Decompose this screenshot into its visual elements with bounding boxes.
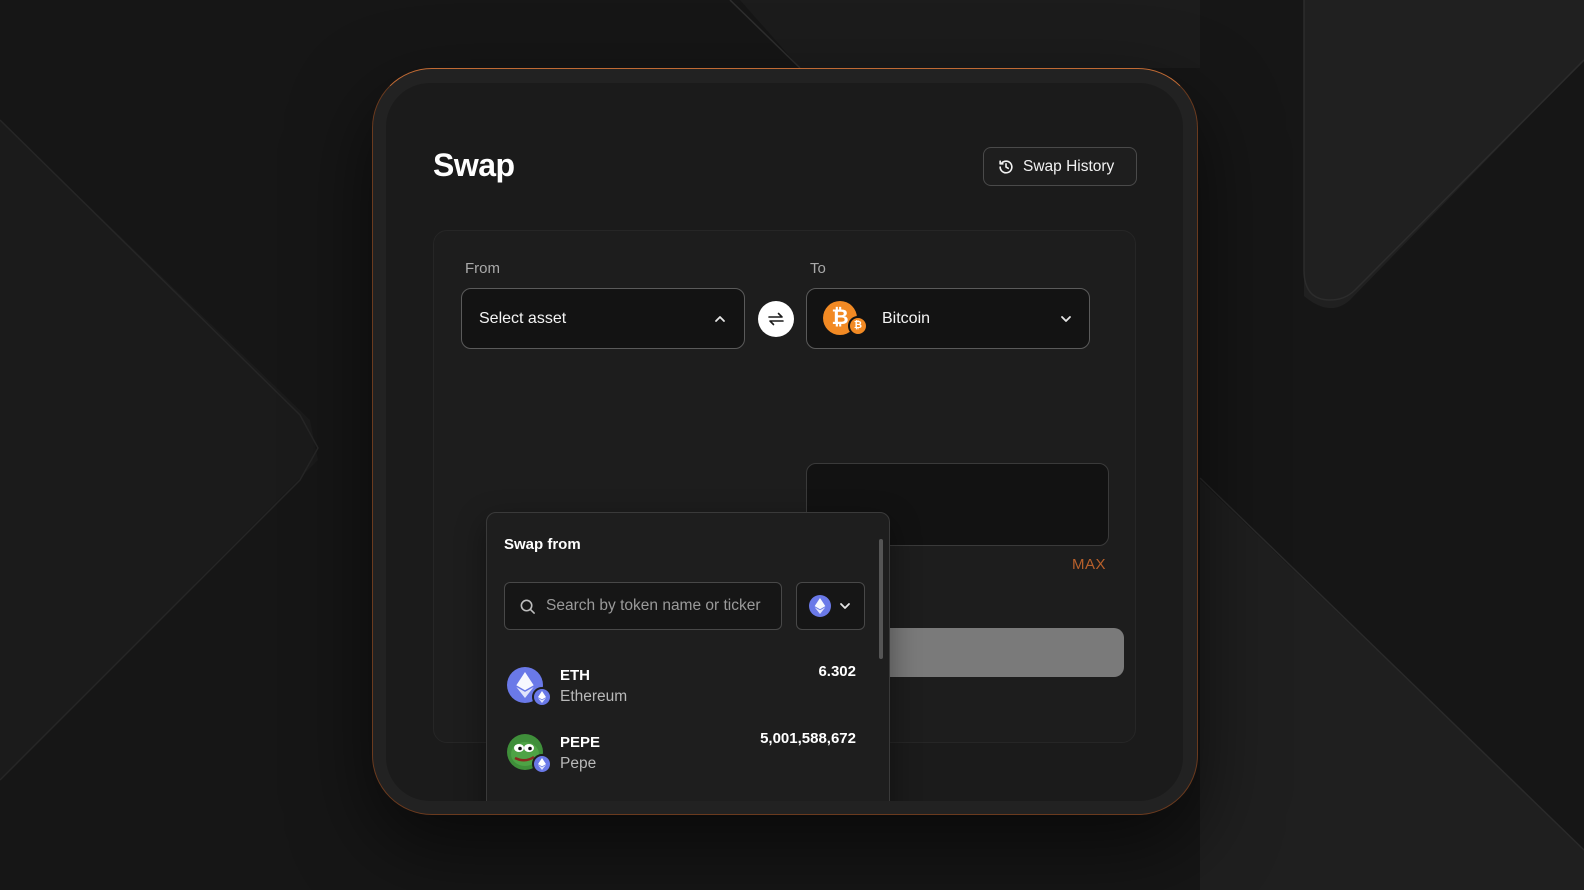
search-icon <box>520 599 535 614</box>
token-search-field[interactable] <box>504 582 782 630</box>
token-row-pepe[interactable]: PEPE Pepe 5,001,588,672 <box>504 727 856 779</box>
ethereum-icon <box>809 595 831 617</box>
pepe-icon <box>504 733 552 774</box>
max-button[interactable]: MAX <box>1072 556 1106 573</box>
token-symbol: ETH <box>560 666 590 684</box>
page-title: Swap <box>433 147 515 183</box>
swap-direction-button[interactable] <box>758 301 794 337</box>
swap-card: From To Select asset ₿ ₿ Bitcoin MAX Swa… <box>433 230 1136 801</box>
to-asset-select[interactable]: ₿ ₿ Bitcoin <box>806 288 1090 349</box>
swap-history-button[interactable]: Swap History <box>983 147 1137 186</box>
token-balance: 6.302 <box>818 663 856 680</box>
dropdown-title: Swap from <box>504 536 581 553</box>
ethereum-icon <box>504 666 552 707</box>
token-name: Pepe <box>560 754 597 772</box>
token-row-eth[interactable]: ETH Ethereum 6.302 <box>504 660 856 712</box>
swap-screen: Swap Swap History From To Select asset ₿ <box>386 83 1183 801</box>
token-balance: 5,001,588,672 <box>760 730 856 747</box>
dropdown-scrollbar[interactable] <box>879 539 883 659</box>
token-name: Ethereum <box>560 687 628 705</box>
chevron-down-icon <box>1061 315 1071 322</box>
token-search-input[interactable] <box>546 597 776 615</box>
network-select[interactable] <box>796 582 865 630</box>
to-asset-name: Bitcoin <box>882 309 931 327</box>
swap-from-dropdown: Swap from Search by token name or ticker… <box>486 512 890 801</box>
from-asset-placeholder: Select asset <box>479 309 567 327</box>
from-asset-select[interactable]: Select asset <box>461 288 745 349</box>
token-symbol: PEPE <box>560 733 601 751</box>
to-label: To <box>810 260 826 277</box>
history-icon <box>999 159 1013 174</box>
chevron-up-icon <box>715 315 725 322</box>
swap-arrows-icon <box>768 312 784 326</box>
from-label: From <box>465 260 500 277</box>
bitcoin-icon: ₿ ₿ <box>823 300 869 337</box>
swap-history-label: Swap History <box>1023 157 1115 175</box>
chevron-down-icon <box>840 603 850 609</box>
